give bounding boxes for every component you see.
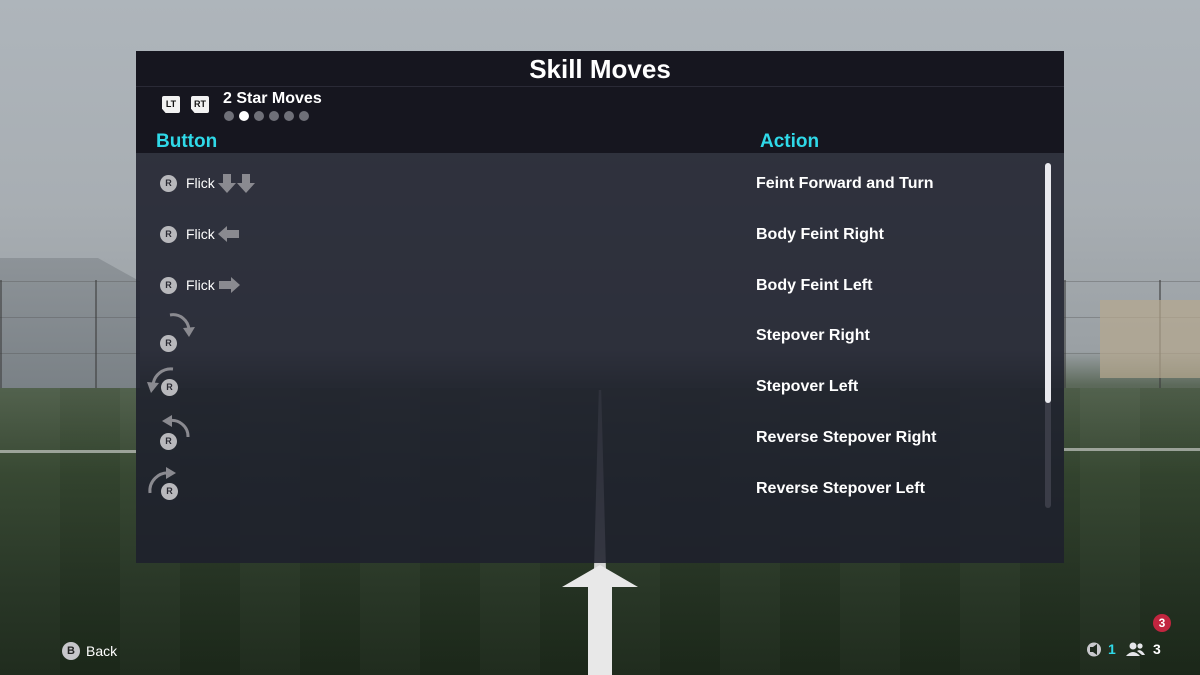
skill-list: R Flick Feint Forward and Turn R Flick B… <box>136 158 1036 514</box>
page-dot <box>269 111 279 121</box>
list-item[interactable]: R Reverse Stepover Left <box>136 463 1036 514</box>
page-title: Skill Moves <box>136 51 1064 87</box>
right-stick-icon: R <box>160 175 177 192</box>
list-item[interactable]: R Flick Feint Forward and Turn <box>136 158 1036 209</box>
list-item[interactable]: R Reverse Stepover Right <box>136 412 1036 463</box>
button-combo: R <box>146 310 346 360</box>
category-title: 2 Star Moves <box>223 90 322 107</box>
button-combo: R <box>146 361 346 411</box>
lt-trigger-icon[interactable]: LT <box>162 96 180 113</box>
pitch-line-right <box>1064 448 1200 451</box>
speaker-icon[interactable] <box>1086 642 1102 657</box>
back-button[interactable]: B Back <box>62 642 117 660</box>
button-combo: R Flick <box>146 209 346 259</box>
action-label: Reverse Stepover Right <box>756 428 937 446</box>
right-stick-icon: R <box>160 276 177 294</box>
flick-label: Flick <box>186 225 215 242</box>
right-arrow-icon <box>219 276 240 293</box>
status-area: 1 3 <box>1086 640 1186 660</box>
background-building <box>1100 300 1200 378</box>
back-label: Back <box>86 643 118 659</box>
friends-icon[interactable] <box>1126 642 1146 657</box>
notification-badge[interactable]: 3 <box>1153 614 1171 632</box>
list-item[interactable]: R Stepover Right <box>136 310 1036 361</box>
pitch-arrow-marking <box>562 565 638 675</box>
right-stick-icon: R <box>160 225 177 243</box>
party-count: 1 <box>1108 641 1116 657</box>
background-fence-left <box>0 280 140 390</box>
pitch-line-left <box>0 450 136 453</box>
scrollbar-thumb[interactable] <box>1045 163 1051 403</box>
button-combo: R Flick <box>146 260 346 310</box>
b-button-icon: B <box>62 642 80 660</box>
column-header-action: Action <box>760 131 820 152</box>
flick-label: Flick <box>186 175 215 191</box>
action-label: Body Feint Right <box>756 225 884 243</box>
list-item[interactable]: R Flick Body Feint Right <box>136 209 1036 260</box>
page-dot <box>224 111 234 121</box>
page-dot <box>284 111 294 121</box>
button-combo: R Flick <box>146 158 346 208</box>
right-stick-icon: R <box>160 335 177 353</box>
skill-moves-panel: Skill Moves LT RT 2 Star Moves Button Ac… <box>136 51 1064 563</box>
list-item[interactable]: R Stepover Left <box>136 361 1036 412</box>
action-label: Body Feint Left <box>756 276 873 294</box>
action-label: Feint Forward and Turn <box>756 175 934 192</box>
right-stick-icon: R <box>160 432 177 450</box>
rt-trigger-icon[interactable]: RT <box>191 96 209 113</box>
panel-header: Skill Moves LT RT 2 Star Moves Button Ac… <box>136 51 1064 153</box>
players-count: 3 <box>1153 641 1161 657</box>
flick-label: Flick <box>186 276 215 293</box>
button-combo: R <box>146 412 346 462</box>
list-item[interactable]: R Flick Body Feint Left <box>136 260 1036 311</box>
page-dot <box>254 111 264 121</box>
scrollbar[interactable] <box>1045 163 1051 508</box>
action-label: Reverse Stepover Left <box>756 479 925 497</box>
left-arrow-icon <box>218 225 239 242</box>
button-combo: R <box>146 463 346 513</box>
right-stick-icon: R <box>161 482 178 500</box>
action-label: Stepover Left <box>756 378 859 396</box>
page-dot-active <box>239 111 249 121</box>
page-dot <box>299 111 309 121</box>
action-label: Stepover Right <box>756 327 870 345</box>
page-indicator <box>224 111 309 121</box>
down-down-arrows-icon <box>218 174 255 193</box>
column-header-button: Button <box>156 131 218 152</box>
